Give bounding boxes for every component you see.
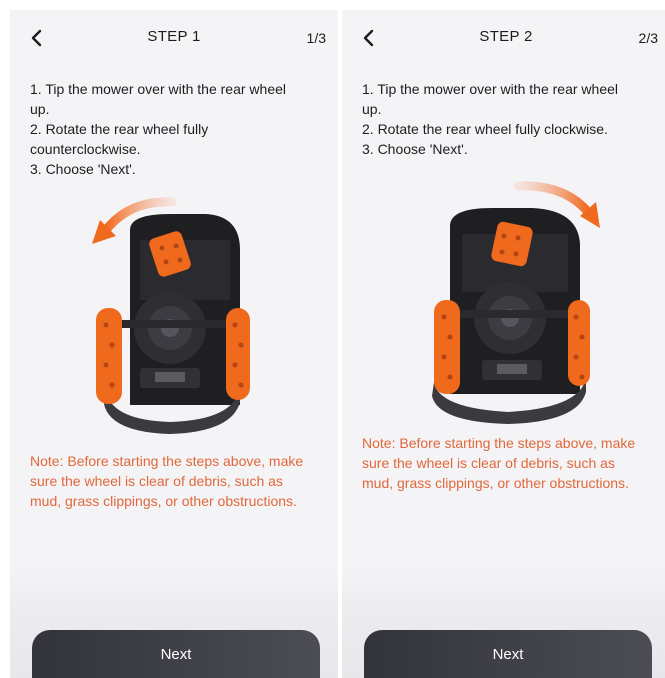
page-title: STEP 2 [479, 28, 533, 45]
warning-note: Note: Before starting the steps above, m… [30, 451, 328, 511]
note-line: mud, grass clippings, or other obstructi… [362, 475, 629, 491]
mower-illustration [342, 172, 665, 432]
instructions: 1. Tip the mower over with the rear whee… [30, 79, 326, 179]
instruction-line: counterclockwise. [30, 141, 141, 157]
step-1-screen: STEP 1 1/3 1. Tip the mower over with th… [10, 10, 338, 678]
page-indicator: 1/3 [306, 30, 326, 46]
note-line: Note: Before starting the steps above, m… [30, 453, 304, 469]
step-2-screen: STEP 2 2/3 1. Tip the mower over with th… [342, 10, 665, 678]
instructions: 1. Tip the mower over with the rear whee… [362, 79, 658, 159]
instruction-line: 1. Tip the mower over with the rear whee… [362, 81, 619, 97]
note-line: sure the wheel is clear of debris, such … [362, 455, 615, 471]
side-wheel-left [434, 300, 460, 394]
mower-illustration [10, 190, 338, 450]
next-button[interactable]: Next [32, 630, 320, 678]
instruction-line: up. [30, 101, 50, 117]
page-indicator: 2/3 [638, 30, 658, 46]
note-line: mud, grass clippings, or other obstructi… [30, 493, 297, 509]
nav-bar: STEP 1 1/3 [10, 10, 338, 64]
side-wheel-left [96, 308, 122, 404]
next-button[interactable]: Next [364, 630, 652, 678]
instruction-line: 3. Choose 'Next'. [362, 141, 468, 157]
note-line: Note: Before starting the steps above, m… [362, 435, 636, 451]
mower-image [432, 208, 590, 424]
instruction-line: 2. Rotate the rear wheel fully clockwise… [362, 121, 608, 137]
side-wheel-right [226, 308, 250, 400]
warning-note: Note: Before starting the steps above, m… [362, 433, 664, 493]
nav-bar: STEP 2 2/3 [342, 10, 665, 64]
note-line: sure the wheel is clear of debris, such … [30, 473, 283, 489]
instruction-line: 1. Tip the mower over with the rear whee… [30, 81, 287, 97]
side-wheel-right [568, 300, 590, 386]
instruction-line: 2. Rotate the rear wheel fully [30, 121, 209, 137]
page-title: STEP 1 [147, 28, 201, 45]
instruction-line: 3. Choose 'Next'. [30, 161, 136, 177]
instruction-line: up. [362, 101, 382, 117]
mower-image [96, 214, 250, 434]
